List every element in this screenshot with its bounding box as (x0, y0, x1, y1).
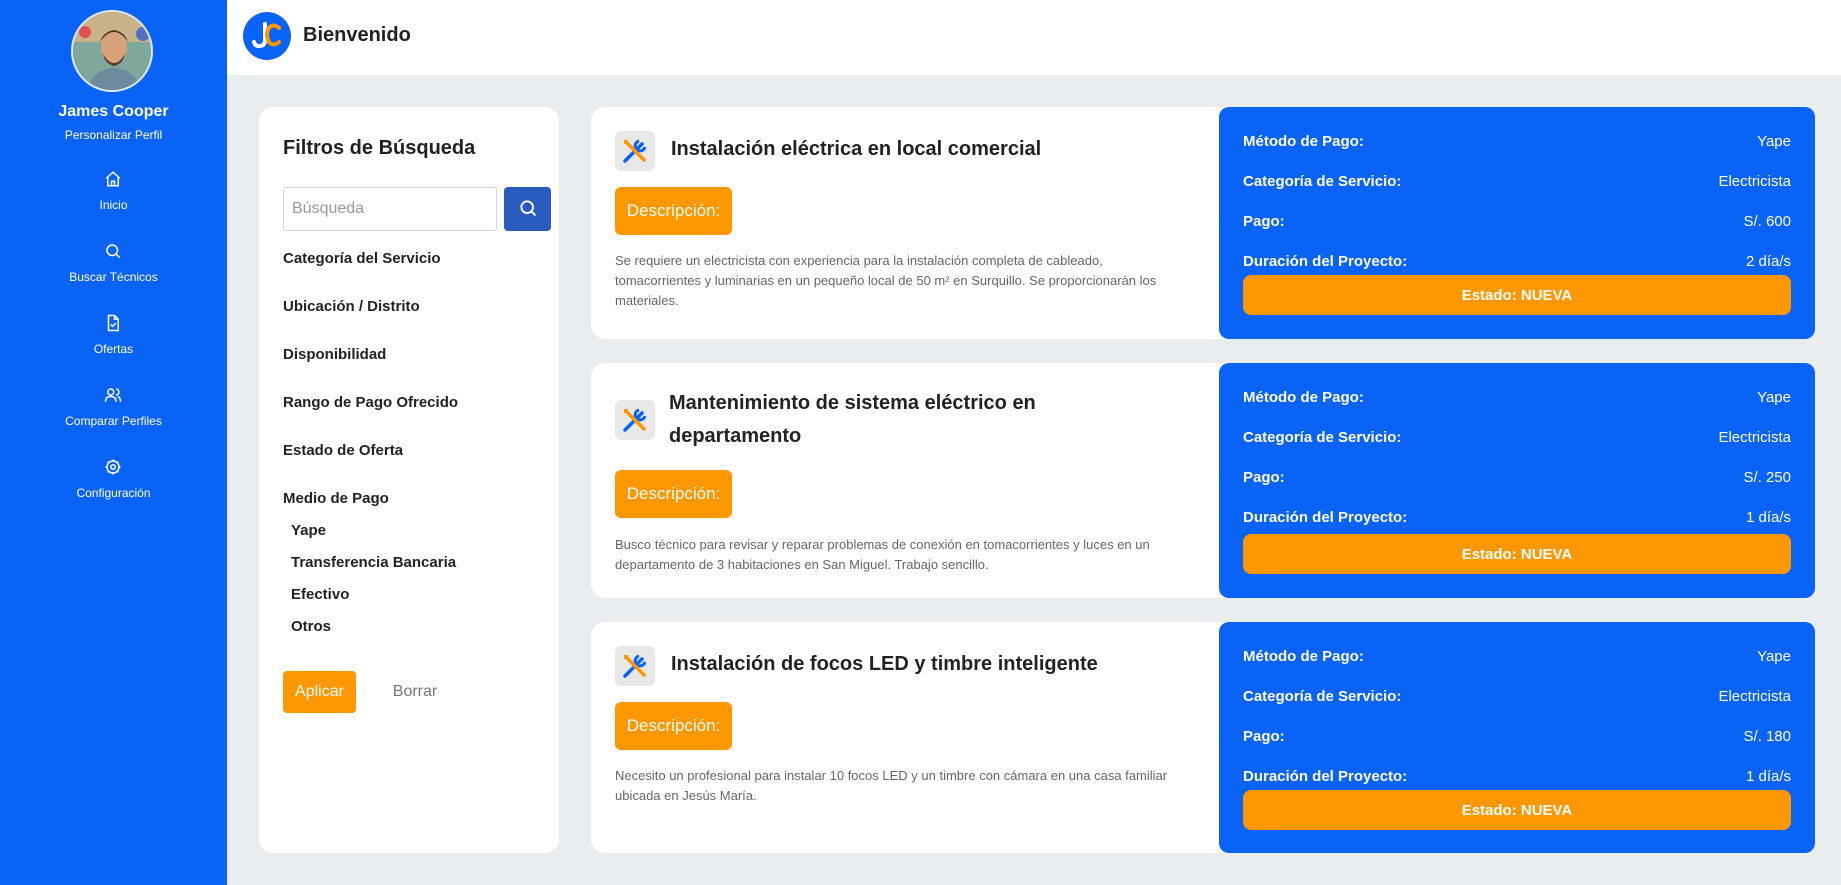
info-value: Electricista (1718, 429, 1791, 446)
info-value: S/. 250 (1743, 469, 1791, 486)
info-label: Duración del Proyecto: (1243, 768, 1408, 785)
filters-title: Filtros de Búsqueda (283, 137, 476, 159)
info-label: Duración del Proyecto: (1243, 509, 1408, 526)
status-button[interactable]: Estado: NUEVA (1243, 790, 1791, 830)
clear-button[interactable]: Borrar (385, 671, 445, 713)
offer-description: Busco técnico para revisar y reparar pro… (615, 537, 1150, 572)
nav-item-configuracion[interactable]: Configuración (0, 458, 227, 518)
filter-category[interactable]: Categoría del Servicio (283, 250, 441, 267)
info-value: 1 día/s (1745, 768, 1791, 785)
payment-option-other[interactable]: Otros (291, 618, 331, 635)
apply-button[interactable]: Aplicar (283, 671, 356, 713)
info-label: Categoría de Servicio: (1243, 173, 1402, 190)
nav-item-ofertas[interactable]: Ofertas (0, 314, 227, 374)
description-button[interactable]: Descripción: (615, 187, 732, 235)
info-label: Pago: (1243, 469, 1285, 486)
tools-icon (615, 400, 655, 440)
payment-option-cash[interactable]: Efectivo (291, 586, 349, 603)
description-button[interactable]: Descripción: (615, 470, 732, 518)
nav-item-label: Configuración (76, 486, 151, 500)
info-label: Método de Pago: (1243, 648, 1364, 665)
search-icon (519, 199, 536, 216)
search-input[interactable] (283, 187, 497, 231)
search-button[interactable] (504, 187, 551, 231)
info-value: S/. 600 (1743, 213, 1791, 230)
info-value: S/. 180 (1743, 728, 1791, 745)
tools-icon (615, 646, 655, 686)
app-logo[interactable] (243, 12, 291, 60)
page-title: Bienvenido (303, 24, 411, 46)
nav-item-buscar-tecnicos[interactable]: Buscar Técnicos (0, 242, 227, 302)
filter-payment-method[interactable]: Medio de Pago (283, 490, 389, 507)
offer-card: Instalación eléctrica en local comercial… (591, 107, 1815, 339)
avatar-image (73, 12, 151, 90)
offer-info-panel: Método de Pago: Yape Categoría de Servic… (1219, 622, 1815, 853)
sidebar: James Cooper Personalizar Perfil Inicio … (0, 0, 227, 885)
info-label: Método de Pago: (1243, 389, 1364, 406)
info-label: Duración del Proyecto: (1243, 253, 1408, 270)
gear-icon (105, 459, 121, 475)
info-value: Yape (1757, 648, 1791, 665)
filter-availability[interactable]: Disponibilidad (283, 346, 386, 363)
nav-item-label: Buscar Técnicos (69, 270, 158, 284)
tools-icon (615, 131, 655, 171)
home-icon (105, 171, 121, 187)
info-value: Electricista (1718, 688, 1791, 705)
filter-offer-status[interactable]: Estado de Oferta (283, 442, 403, 459)
description-button[interactable]: Descripción: (615, 702, 732, 750)
offer-card: Instalación de focos LED y timbre inteli… (591, 622, 1815, 853)
info-label: Categoría de Servicio: (1243, 688, 1402, 705)
search-icon (106, 244, 121, 259)
info-label: Pago: (1243, 728, 1285, 745)
info-value: 1 día/s (1745, 509, 1791, 526)
user-name: James Cooper (58, 103, 169, 120)
info-value: Electricista (1718, 173, 1791, 190)
filter-pay-range[interactable]: Rango de Pago Ofrecido (283, 394, 458, 411)
users-icon (104, 388, 122, 402)
payment-option-transfer[interactable]: Transferencia Bancaria (291, 554, 456, 571)
offer-info-panel: Método de Pago: Yape Categoría de Servic… (1219, 107, 1815, 339)
offer-title: Mantenimiento de sistema eléctrico en de… (669, 392, 1036, 447)
offer-title: Instalación eléctrica en local comercial (671, 138, 1042, 160)
offer-info-panel: Método de Pago: Yape Categoría de Servic… (1219, 363, 1815, 598)
nav-item-label: Comparar Perfiles (65, 414, 162, 428)
avatar[interactable] (71, 10, 153, 92)
offer-description: Necesito un profesional para instalar 10… (615, 768, 1168, 803)
info-label: Categoría de Servicio: (1243, 429, 1402, 446)
filter-location[interactable]: Ubicación / Distrito (283, 298, 420, 315)
logo-icon (252, 22, 281, 49)
info-value: Yape (1757, 389, 1791, 406)
info-value: 2 día/s (1745, 253, 1791, 270)
info-label: Método de Pago: (1243, 133, 1364, 150)
nav-item-inicio[interactable]: Inicio (0, 170, 227, 230)
document-check-icon (107, 314, 119, 332)
offer-card: Mantenimiento de sistema eléctrico en de… (591, 363, 1815, 598)
top-header: Bienvenido (227, 0, 1841, 75)
nav-item-label: Inicio (99, 198, 128, 212)
offer-title: Instalación de focos LED y timbre inteli… (671, 653, 1098, 675)
filters-panel: Filtros de Búsqueda Categoría del Servic… (259, 107, 559, 853)
info-label: Pago: (1243, 213, 1285, 230)
info-value: Yape (1757, 133, 1791, 150)
offer-description: Se requiere un electricista con experien… (615, 253, 1157, 308)
nav-item-label: Ofertas (93, 342, 134, 356)
payment-option-yape[interactable]: Yape (291, 522, 326, 539)
customize-profile-link[interactable]: Personalizar Perfil (0, 128, 227, 142)
nav-item-comparar-perfiles[interactable]: Comparar Perfiles (0, 386, 227, 446)
status-button[interactable]: Estado: NUEVA (1243, 275, 1791, 315)
status-button[interactable]: Estado: NUEVA (1243, 534, 1791, 574)
